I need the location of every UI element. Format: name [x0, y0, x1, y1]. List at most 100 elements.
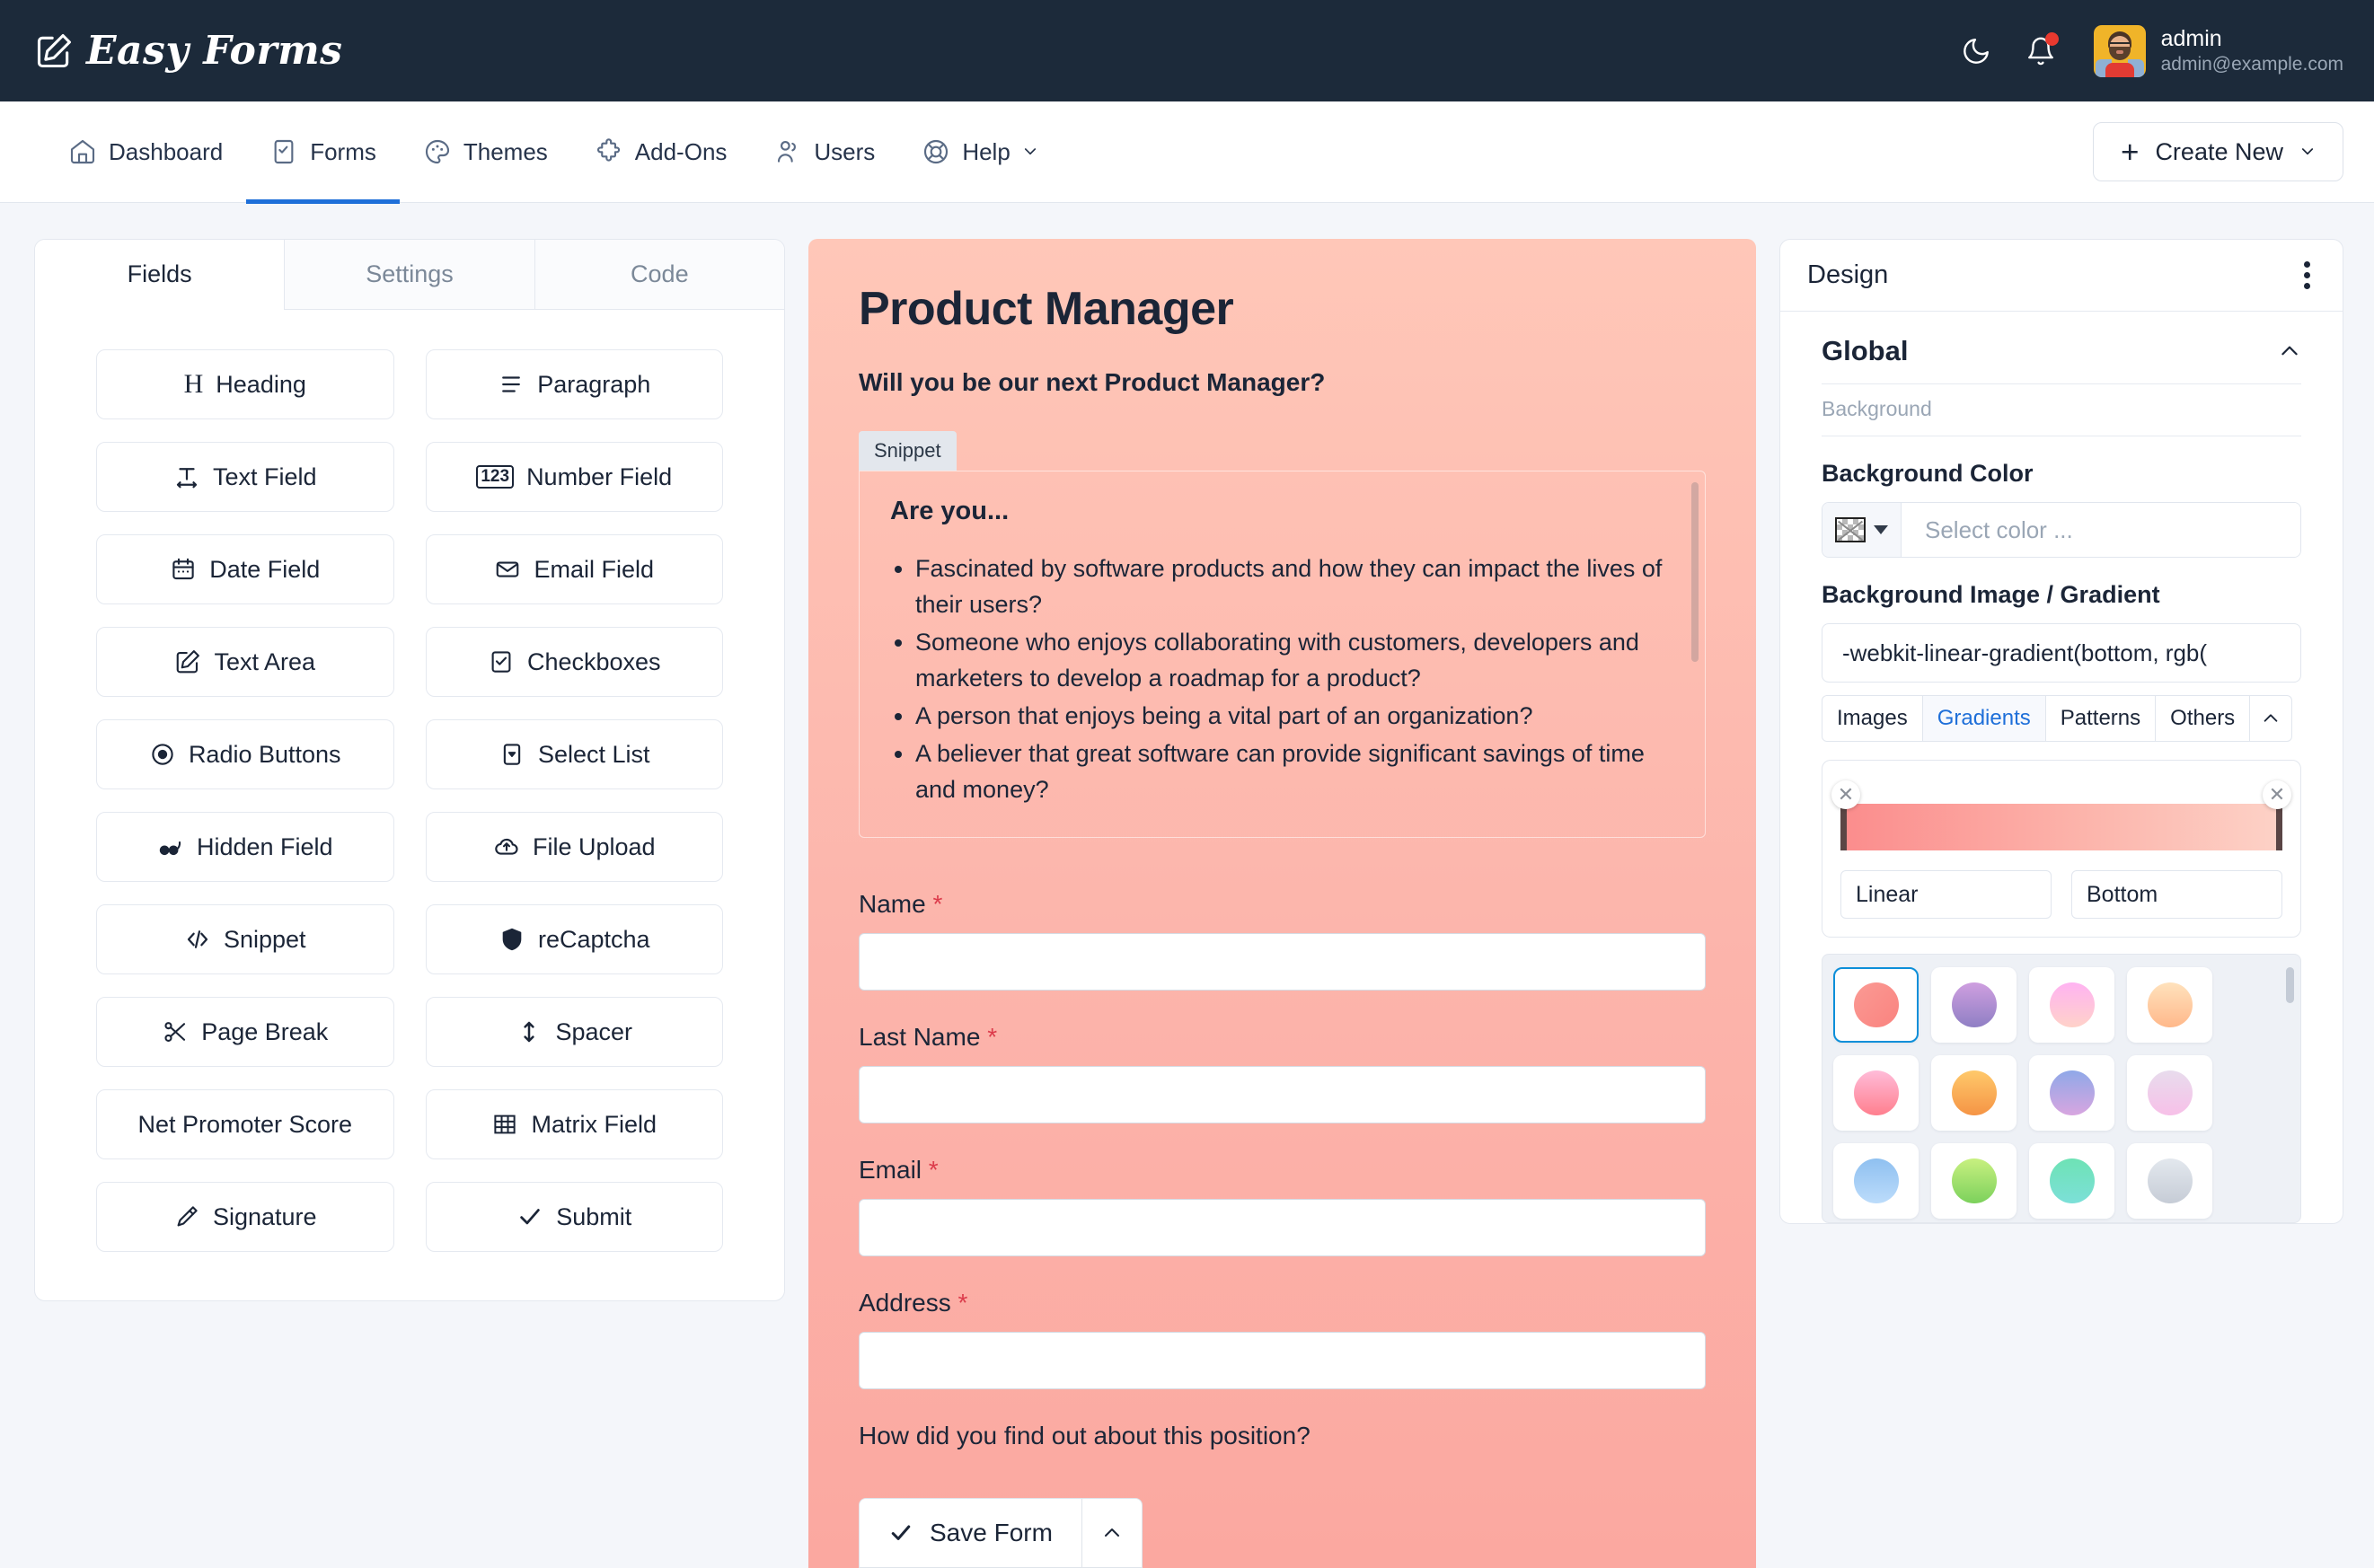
gradient-stop-handle-right[interactable] [2276, 804, 2282, 850]
gradient-swatch[interactable] [2029, 1055, 2114, 1131]
chevron-up-icon[interactable] [2278, 339, 2301, 363]
design-panel-header: Design [1780, 240, 2343, 312]
nav-item-forms[interactable]: Forms [246, 101, 400, 204]
tab-fields[interactable]: Fields [35, 240, 285, 310]
field-button-email-field[interactable]: Email Field [425, 534, 723, 604]
gradient-swatch[interactable] [2127, 1143, 2212, 1219]
address-input[interactable] [859, 1331, 1706, 1389]
field-button-signature[interactable]: Signature [96, 1182, 394, 1252]
source-tab-others[interactable]: Others [2156, 695, 2251, 742]
source-tab-patterns[interactable]: Patterns [2045, 695, 2157, 742]
field-button-number-field[interactable]: 123 Number Field [425, 442, 723, 512]
field-button-recaptcha[interactable]: reCaptcha [425, 904, 723, 974]
field-button-text-area[interactable]: Text Area [96, 627, 394, 697]
close-icon[interactable]: ✕ [2263, 780, 2291, 809]
nav-label: Dashboard [109, 137, 224, 165]
field-button-label: Paragraph [537, 370, 651, 398]
gradient-stop-handle-left[interactable] [1840, 804, 1847, 850]
gradient-type-select[interactable]: Linear [1840, 870, 2052, 919]
fields-panel: Fields Settings Code H Heading Paragraph… [34, 239, 785, 1301]
field-button-heading[interactable]: H Heading [96, 349, 394, 419]
form-field-address: Address * [859, 1289, 1706, 1389]
workspace: Fields Settings Code H Heading Paragraph… [0, 203, 2374, 1568]
save-form-group: Save Form [859, 1498, 1143, 1568]
background-gradient-input[interactable]: -webkit-linear-gradient(bottom, rgb( [1822, 623, 2301, 683]
nav-item-dashboard[interactable]: Dashboard [45, 101, 246, 203]
field-button-checkboxes[interactable]: Checkboxes [425, 627, 723, 697]
brand-name: Easy Forms [86, 28, 343, 74]
panel-tabs: Fields Settings Code [35, 240, 784, 310]
snippet-scrollbar[interactable] [1691, 482, 1699, 662]
shield-icon [502, 928, 522, 951]
gradient-swatch[interactable] [2029, 967, 2114, 1043]
source-tab-images[interactable]: Images [1822, 695, 1923, 742]
brand[interactable]: Easy Forms [34, 28, 342, 74]
field-button-select-list[interactable]: Select List [425, 719, 723, 789]
gradient-preview-strip[interactable] [1840, 804, 2282, 850]
list-item: Fascinated by software products and how … [915, 551, 1674, 623]
swatch-dot [1951, 1158, 1997, 1203]
gradient-swatch[interactable] [1833, 1055, 1919, 1131]
field-button-label: File Upload [532, 832, 656, 860]
field-button-date-field[interactable]: Date Field [96, 534, 394, 604]
gradient-swatch[interactable] [1931, 967, 2017, 1043]
nav-item-help[interactable]: Help [898, 101, 1061, 203]
nav-item-themes[interactable]: Themes [400, 101, 571, 203]
user-menu[interactable]: admin admin@example.com [2093, 24, 2343, 77]
field-button-hidden-field[interactable]: Hidden Field [96, 812, 394, 882]
gradient-swatch[interactable] [2127, 967, 2212, 1043]
name-input[interactable] [859, 932, 1706, 991]
gradient-direction-select[interactable]: Bottom [2071, 870, 2282, 919]
nav-item-users[interactable]: Users [750, 101, 898, 203]
envelope-icon [497, 561, 519, 577]
kebab-menu-icon[interactable] [2299, 256, 2316, 295]
tab-settings[interactable]: Settings [284, 240, 534, 310]
source-tab-gradients[interactable]: Gradients [1922, 695, 2046, 742]
palette-icon [423, 137, 452, 166]
gradient-swatch[interactable] [1931, 1143, 2017, 1219]
field-button-spacer[interactable]: Spacer [425, 997, 723, 1067]
nav-item-addons[interactable]: Add-Ons [571, 101, 751, 203]
last-name-input[interactable] [859, 1065, 1706, 1123]
swatch-scrollbar[interactable] [2286, 967, 2294, 1003]
gradient-swatch[interactable] [1833, 967, 1919, 1043]
field-button-page-break[interactable]: Page Break [96, 997, 394, 1067]
snippet-block[interactable]: Snippet Are you... Fascinated by softwar… [859, 431, 1706, 838]
background-color-input[interactable]: Select color ... [1902, 503, 2300, 557]
field-button-text-field[interactable]: Text Field [96, 442, 394, 512]
global-section-header[interactable]: Global [1822, 335, 2301, 384]
tab-code[interactable]: Code [534, 240, 784, 310]
save-form-dropdown-toggle[interactable] [1081, 1498, 1143, 1568]
field-button-snippet[interactable]: Snippet [96, 904, 394, 974]
gradient-swatch[interactable] [2029, 1143, 2114, 1219]
field-button-submit[interactable]: Submit [425, 1182, 723, 1252]
form-subtitle: Will you be our next Product Manager? [859, 368, 1326, 396]
gradient-swatch[interactable] [2127, 1055, 2212, 1131]
field-button-matrix-field[interactable]: Matrix Field [425, 1089, 723, 1159]
email-input[interactable] [859, 1198, 1706, 1256]
create-new-label: Create New [2155, 137, 2283, 165]
close-icon[interactable]: ✕ [1831, 780, 1860, 809]
design-panel-body: Global Background Background Color Selec… [1780, 312, 2343, 1223]
field-button-paragraph[interactable]: Paragraph [425, 349, 723, 419]
field-button-file-upload[interactable]: File Upload [425, 812, 723, 882]
main-nav: Dashboard Forms Themes Add-Ons Users Hel… [0, 101, 2374, 204]
background-color-swatch-button[interactable] [1822, 503, 1902, 557]
field-button-net-promoter-score[interactable]: Net Promoter Score [96, 1089, 394, 1159]
moon-icon[interactable] [1959, 34, 1993, 68]
form-check-icon [269, 137, 298, 166]
pencil-square-icon [34, 31, 74, 71]
background-color-label: Background Color [1822, 460, 2034, 487]
gradient-swatch[interactable] [1931, 1055, 2017, 1131]
bell-icon[interactable] [2024, 31, 2059, 68]
source-tabs-collapse-toggle[interactable] [2250, 695, 2293, 742]
create-new-button[interactable]: + Create New [2092, 122, 2343, 181]
save-form-button[interactable]: Save Form [859, 1498, 1081, 1568]
swatch-dot [1951, 982, 1997, 1027]
transparent-checker-icon [1835, 517, 1866, 542]
nav-label: Users [814, 137, 876, 165]
field-button-radio-buttons[interactable]: Radio Buttons [96, 719, 394, 789]
field-button-label: Heading [216, 370, 306, 398]
field-button-label: Signature [212, 1202, 317, 1230]
gradient-swatch[interactable] [1833, 1143, 1919, 1219]
